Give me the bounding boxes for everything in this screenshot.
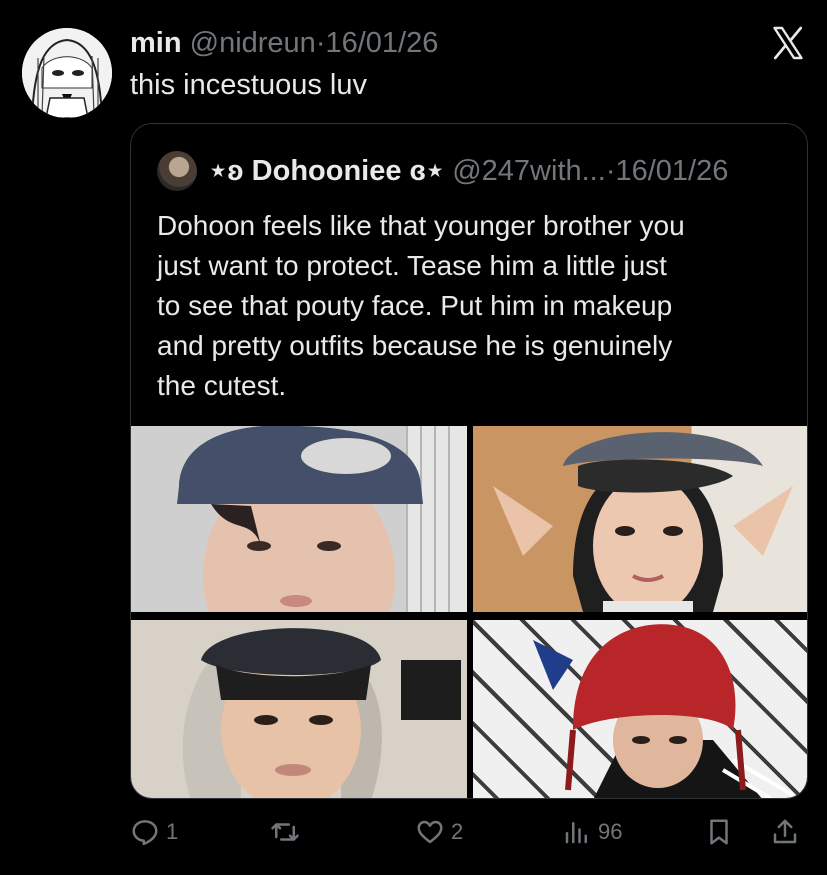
views-count: 96 [598, 819, 623, 844]
quoted-date: 16/01/26 [615, 155, 729, 187]
post-text: this incestuous luv [130, 69, 367, 101]
quoted-handle: @247with... [452, 155, 606, 187]
x-logo-icon [770, 25, 806, 61]
reply-icon [132, 820, 158, 846]
quoted-avatar[interactable] [157, 151, 197, 191]
quoted-text-line: just want to protect. Tease him a little… [157, 250, 667, 281]
quoted-display-name: ⋆ʚ Dohooniee ɞ⋆ [209, 155, 445, 187]
quoted-text: Dohoon feels like that younger brother y… [157, 206, 787, 406]
avatar[interactable] [22, 28, 112, 118]
handle[interactable]: @nidreun [190, 27, 316, 59]
media-photo-3[interactable] [131, 620, 467, 798]
like-button[interactable]: 2 [415, 812, 463, 852]
reply-button[interactable]: 1 [130, 812, 178, 852]
media-photo-4[interactable] [473, 620, 807, 798]
media-photo-1[interactable] [131, 426, 467, 612]
quoted-text-line: and pretty outfits because he is genuine… [157, 330, 673, 361]
repost-icon [271, 823, 299, 841]
bookmark-button[interactable] [704, 812, 734, 852]
bookmark-icon [710, 819, 728, 845]
share-icon [773, 819, 797, 844]
action-bar: 1 2 96 [130, 812, 808, 852]
repost-button[interactable] [270, 812, 306, 852]
like-count: 2 [451, 819, 464, 844]
heart-icon [417, 820, 443, 844]
quoted-text-line: Dohoon feels like that younger brother y… [157, 210, 685, 241]
share-button[interactable] [770, 812, 800, 852]
quoted-post[interactable]: ⋆ʚ Dohooniee ɞ⋆ @247with...·16/01/26 Doh… [130, 123, 808, 799]
reply-count: 1 [166, 819, 179, 844]
avatar-illustration [22, 28, 112, 118]
media-photo-2[interactable] [473, 426, 807, 612]
post-header: min @nidreun·16/01/26 [130, 26, 438, 60]
views-icon [565, 822, 587, 844]
quoted-text-line: the cutest. [157, 370, 287, 401]
quoted-text-line: to see that pouty face. Put him in makeu… [157, 290, 673, 321]
post-date[interactable]: 16/01/26 [325, 27, 438, 59]
display-name[interactable]: min [130, 27, 182, 59]
quoted-header: ⋆ʚ Dohooniee ɞ⋆ @247with...·16/01/26 [209, 154, 728, 188]
views-button[interactable]: 96 [562, 812, 622, 852]
